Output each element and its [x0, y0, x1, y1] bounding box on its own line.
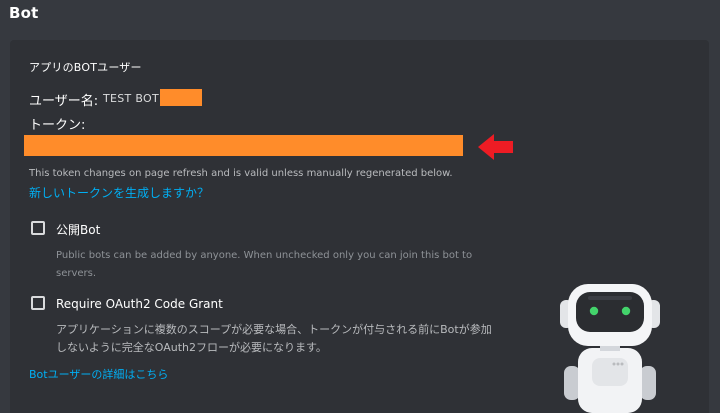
oauth2-grant-description: アプリケーションに複数のスコープが必要な場合、トークンが付与される前にBotが参… — [56, 323, 492, 354]
oauth2-grant-checkbox[interactable] — [31, 296, 45, 310]
bot-user-panel: アプリのBOTユーザー ユーザー名: TEST BOT トークン: This t… — [10, 40, 709, 413]
token-field-redacted[interactable] — [24, 135, 463, 156]
public-bot-description: Public bots can be added by anyone. When… — [56, 250, 473, 279]
robot-illustration — [560, 284, 660, 413]
public-bot-checkbox[interactable] — [31, 221, 45, 235]
username-value[interactable]: TEST BOT — [103, 92, 159, 105]
section-title: アプリのBOTユーザー — [29, 61, 142, 74]
regenerate-token-link[interactable]: 新しいトークンを生成しますか？ — [29, 184, 209, 201]
username-redaction — [160, 89, 202, 106]
page-title: Bot — [9, 4, 39, 22]
token-label: トークン: — [29, 118, 86, 133]
token-note: This token changes on page refresh and i… — [29, 168, 453, 179]
username-label: ユーザー名: — [29, 94, 99, 109]
public-bot-label[interactable]: 公開Bot — [56, 221, 100, 238]
oauth2-grant-label[interactable]: Require OAuth2 Code Grant — [56, 297, 223, 311]
arrow-left-icon — [478, 134, 513, 160]
bot-user-docs-link[interactable]: Botユーザーの詳細はこちら — [29, 366, 168, 382]
